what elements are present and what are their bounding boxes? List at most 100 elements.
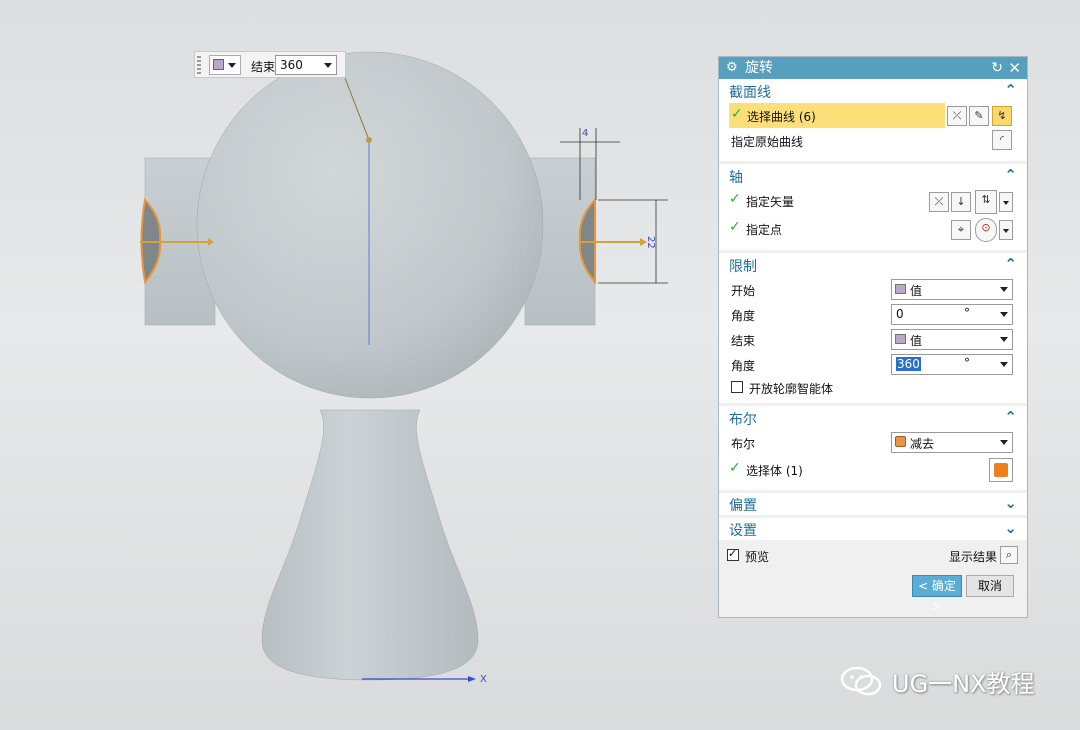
sketch-section-icon[interactable]: ✎ xyxy=(969,106,989,126)
section-curve-header[interactable]: 截面线 ⌃ xyxy=(719,79,1027,103)
start-angle-label: 角度 xyxy=(731,309,756,323)
end-row: 结束 值 xyxy=(719,327,1027,352)
end-label: 结束 xyxy=(731,334,756,348)
wechat-icon xyxy=(840,666,882,696)
check-icon: ✓ xyxy=(729,460,741,476)
dialog-titlebar[interactable]: ⚙ 旋转 ↻ ✕ xyxy=(719,57,1027,79)
limits-header[interactable]: 限制 ⌃ xyxy=(719,253,1027,277)
drag-grip-icon[interactable] xyxy=(197,56,201,74)
vector-type-icon[interactable]: ⇅ xyxy=(975,190,997,214)
reverse-direction-icon[interactable]: ⤫ xyxy=(929,192,949,212)
value-type-dropdown[interactable] xyxy=(209,55,241,75)
boolean-group: 布尔 ⌃ 布尔 减去 ✓ 选择体 (1) xyxy=(719,406,1027,490)
boolean-label: 布尔 xyxy=(731,437,756,451)
chevron-up-icon[interactable]: ⌃ xyxy=(1004,255,1017,273)
magnifier-icon[interactable]: ⌕ xyxy=(1000,546,1018,564)
chevron-down-icon xyxy=(1000,440,1008,445)
chevron-up-icon[interactable]: ⌃ xyxy=(1004,166,1017,184)
dialog-title: 旋转 xyxy=(745,60,773,76)
specify-point-row[interactable]: ✓ 指定点 ⌖ ⊙ xyxy=(719,216,1027,244)
dialog-footer: 预览 显示结果 ⌕ < 确定 > 取消 xyxy=(719,543,1027,613)
end-type-value: 值 xyxy=(910,334,923,348)
open-profile-label: 开放轮廓智能体 xyxy=(749,382,834,396)
cancel-button[interactable]: 取消 xyxy=(966,575,1014,597)
end-angle-unit: ° xyxy=(964,356,970,370)
start-type-value: 值 xyxy=(910,284,923,298)
revolve-dialog: ⚙ 旋转 ↻ ✕ 截面线 ⌃ ✓ 选择曲线 (6) ⤫ ✎ ↯ 指定原始曲线 ◜… xyxy=(718,56,1028,618)
start-row: 开始 值 xyxy=(719,277,1027,302)
vector-dropdown-icon[interactable] xyxy=(999,192,1013,212)
x-axis-arrowhead xyxy=(468,676,476,682)
end-value-input[interactable]: 360 xyxy=(275,55,337,75)
watermark: UG一NX教程 xyxy=(840,660,1070,700)
chevron-down-icon[interactable] xyxy=(324,63,332,68)
end-angle-input[interactable]: 360 ° xyxy=(891,354,1013,375)
section-curve-title: 截面线 xyxy=(729,85,771,101)
leader-dot xyxy=(366,137,372,143)
curve-select-icon[interactable]: ↯ xyxy=(992,106,1012,126)
start-angle-unit: ° xyxy=(964,306,970,320)
select-body-row[interactable]: ✓ 选择体 (1) xyxy=(719,455,1027,485)
select-curve-row[interactable]: ✓ 选择曲线 (6) xyxy=(729,103,945,128)
check-icon: ✓ xyxy=(729,219,741,235)
limits-group: 限制 ⌃ 开始 值 角度 0 ° 结束 值 角度 360 ° 开放轮廓智能体 xyxy=(719,253,1027,403)
boolean-row: 布尔 减去 xyxy=(719,430,1027,455)
start-angle-value: 0 xyxy=(896,307,904,321)
x-axis-label: X xyxy=(480,674,487,685)
open-profile-row[interactable]: 开放轮廓智能体 xyxy=(719,377,1027,399)
offset-title: 偏置 xyxy=(729,498,757,514)
check-icon: ✓ xyxy=(729,191,741,207)
open-profile-checkbox[interactable] xyxy=(731,381,743,393)
close-icon[interactable]: ✕ xyxy=(1008,57,1021,79)
watermark-text: UG一NX教程 xyxy=(892,670,1035,698)
axis-header[interactable]: 轴 ⌃ xyxy=(719,164,1027,188)
check-icon: ✓ xyxy=(731,106,743,122)
chevron-down-icon[interactable] xyxy=(1000,362,1008,367)
chevron-down-icon[interactable]: ⌄ xyxy=(1004,494,1017,512)
model-viewport[interactable]: 4 22 X xyxy=(0,0,720,730)
show-result-label: 显示结果 xyxy=(949,550,998,564)
start-type-select[interactable]: 值 xyxy=(891,279,1013,300)
boolean-header[interactable]: 布尔 ⌃ xyxy=(719,406,1027,430)
origin-curve-icon[interactable]: ◜ xyxy=(992,130,1012,150)
offset-group[interactable]: 偏置 ⌄ xyxy=(719,493,1027,515)
boolean-title: 布尔 xyxy=(729,412,757,428)
solid-body-icon[interactable] xyxy=(989,458,1013,482)
chevron-down-icon xyxy=(228,63,236,68)
select-body-label: 选择体 (1) xyxy=(746,464,803,478)
section-curve-group: 截面线 ⌃ ✓ 选择曲线 (6) ⤫ ✎ ↯ 指定原始曲线 ◜ xyxy=(719,79,1027,161)
axis-title: 轴 xyxy=(729,170,743,186)
start-angle-row: 角度 0 ° xyxy=(719,302,1027,327)
dim-width-label: 4 xyxy=(582,128,588,139)
value-type-icon xyxy=(895,334,906,344)
chevron-down-icon[interactable]: ⌄ xyxy=(1004,519,1017,537)
point-dialog-icon[interactable]: ⌖ xyxy=(951,220,971,240)
gear-icon[interactable]: ⚙ xyxy=(726,57,738,79)
offset-header[interactable]: 偏置 ⌄ xyxy=(719,493,1027,515)
settings-group[interactable]: 设置 ⌄ xyxy=(719,518,1027,540)
end-type-select[interactable]: 值 xyxy=(891,329,1013,350)
boolean-select[interactable]: 减去 xyxy=(891,432,1013,453)
chevron-up-icon[interactable]: ⌃ xyxy=(1004,408,1017,426)
start-label: 开始 xyxy=(731,284,756,298)
specify-vector-row[interactable]: ✓ 指定矢量 ⤫ ↓ ⇅ xyxy=(719,188,1027,216)
reset-icon[interactable]: ↻ xyxy=(991,57,1003,79)
point-dropdown-icon[interactable] xyxy=(999,220,1013,240)
chevron-up-icon[interactable]: ⌃ xyxy=(1004,81,1017,99)
preview-checkbox[interactable] xyxy=(727,547,739,561)
chevron-down-icon[interactable] xyxy=(1000,312,1008,317)
settings-header[interactable]: 设置 ⌄ xyxy=(719,518,1027,540)
ok-button[interactable]: < 确定 > xyxy=(912,575,962,613)
curve-rule-icon[interactable]: ⤫ xyxy=(947,106,967,126)
end-value-text: 360 xyxy=(280,58,303,72)
point-type-icon[interactable]: ⊙ xyxy=(975,218,997,242)
specify-origin-label: 指定原始曲线 xyxy=(731,135,804,149)
start-angle-input[interactable]: 0 ° xyxy=(891,304,1013,325)
select-curve-label: 选择曲线 (6) xyxy=(747,110,816,124)
subtract-icon xyxy=(895,436,906,447)
vector-dialog-icon[interactable]: ↓ xyxy=(951,192,971,212)
cone-body xyxy=(261,409,479,681)
chevron-down-icon xyxy=(1000,337,1008,342)
specify-vector-label: 指定矢量 xyxy=(746,195,795,209)
limits-title: 限制 xyxy=(729,259,757,275)
